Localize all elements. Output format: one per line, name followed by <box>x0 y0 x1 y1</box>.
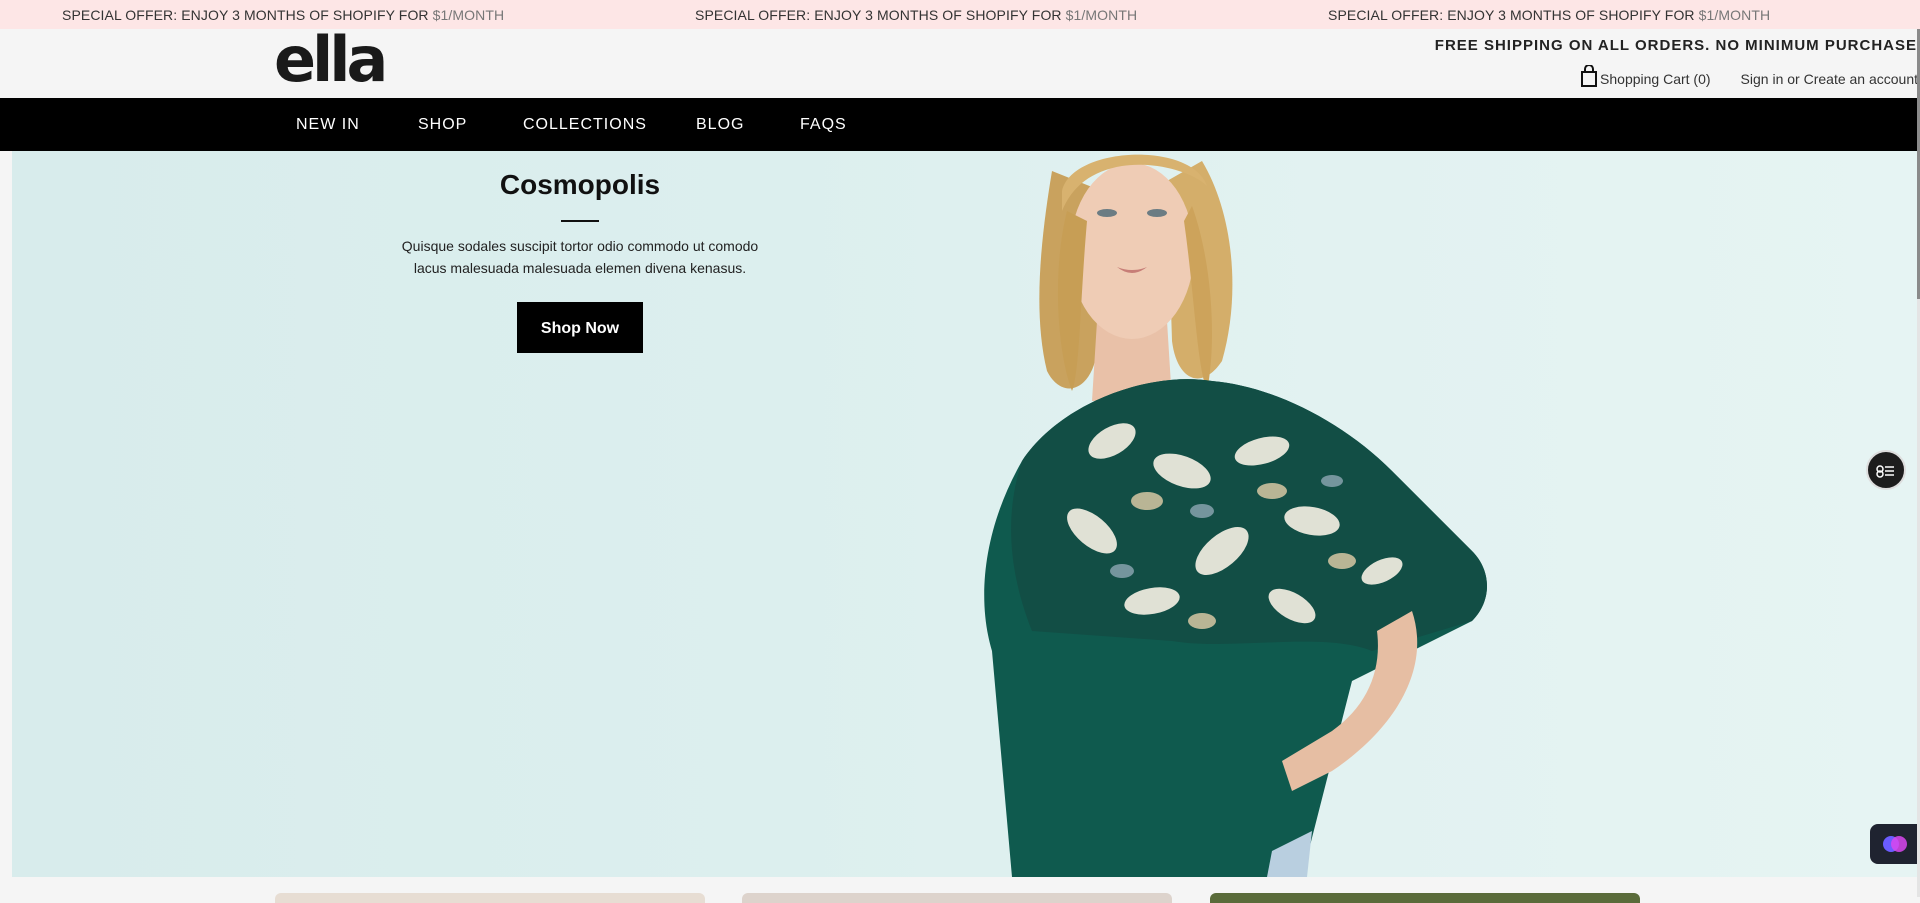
hero-divider <box>561 220 599 222</box>
create-account-link[interactable]: Create an account <box>1804 71 1918 87</box>
filter-button[interactable] <box>1866 450 1906 490</box>
collection-teaser-1[interactable] <box>275 893 705 903</box>
announcement-message: SPECIAL OFFER: ENJOY 3 MONTHS OF SHOPIFY… <box>695 7 1138 23</box>
shop-now-button[interactable]: Shop Now <box>517 302 643 353</box>
site-header: ella FREE SHIPPING ON ALL ORDERS. NO MIN… <box>0 29 1920 98</box>
hero-model-image <box>984 154 1487 877</box>
or-separator: or <box>1783 71 1804 87</box>
announcement-message: SPECIAL OFFER: ENJOY 3 MONTHS OF SHOPIFY… <box>1328 7 1771 23</box>
sign-in-link[interactable]: Sign in <box>1741 71 1784 87</box>
hero-banner[interactable]: Cosmopolis Quisque sodales suscipit tort… <box>12 151 1919 877</box>
shopping-bag-icon[interactable] <box>1580 64 1598 87</box>
hero-description: Quisque sodales suscipit tortor odio com… <box>401 238 759 276</box>
shipping-notice: FREE SHIPPING ON ALL ORDERS. NO MINIMUM … <box>1434 37 1917 54</box>
nav-item-faqs[interactable]: FAQS <box>800 116 847 134</box>
chat-widget-button[interactable] <box>1870 824 1920 864</box>
logo[interactable]: ella <box>274 29 388 91</box>
collection-teaser-3[interactable] <box>1210 893 1640 903</box>
nav-item-new-in[interactable]: NEW IN <box>296 116 360 134</box>
announcement-message: SPECIAL OFFER: ENJOY 3 MONTHS OF SHOPIFY… <box>62 7 505 23</box>
collection-teaser-2[interactable] <box>742 893 1172 903</box>
shopping-cart-link[interactable]: Shopping Cart (0) <box>1600 71 1711 87</box>
nav-item-shop[interactable]: SHOP <box>418 116 467 134</box>
filter-icon <box>1876 465 1894 478</box>
nav-item-collections[interactable]: COLLECTIONS <box>523 116 647 134</box>
nav-item-blog[interactable]: BLOG <box>696 116 744 134</box>
chat-icon <box>1883 836 1907 852</box>
account-row: Shopping Cart (0) Sign in or Create an a… <box>1580 64 1918 87</box>
main-nav: NEW IN SHOP COLLECTIONS BLOG FAQS <box>0 98 1920 151</box>
